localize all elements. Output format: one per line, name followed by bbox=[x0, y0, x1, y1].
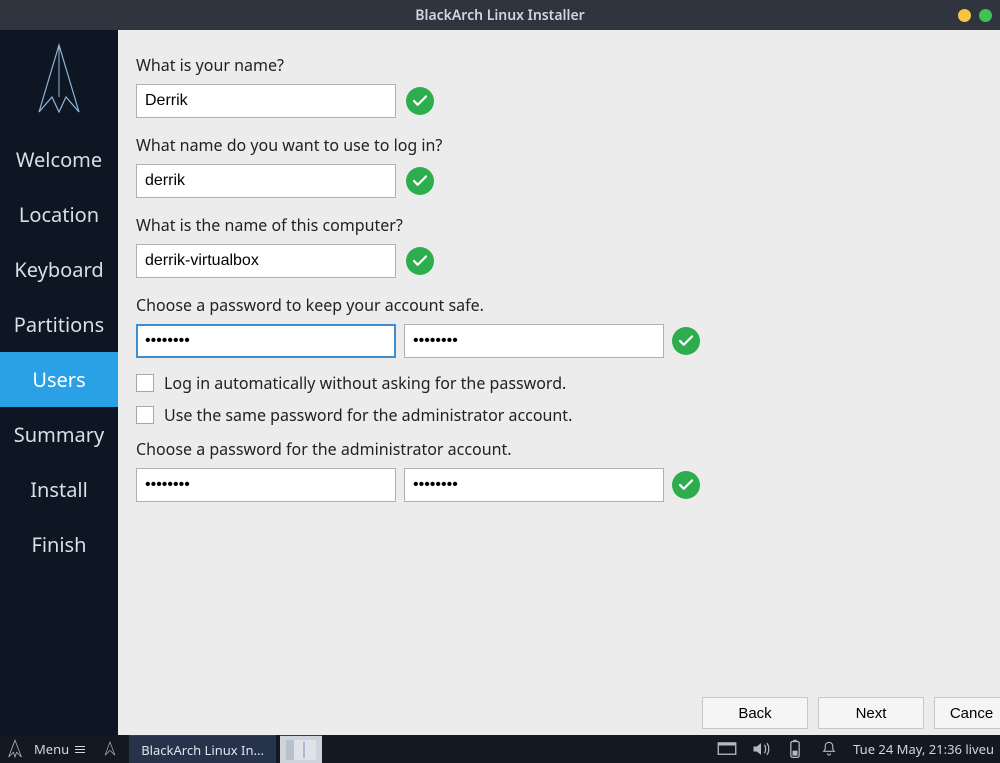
sidebar-item-welcome[interactable]: Welcome bbox=[0, 132, 118, 187]
sidebar-item-summary[interactable]: Summary bbox=[0, 407, 118, 462]
footer-buttons: Back Next Cance bbox=[702, 697, 1000, 729]
next-button[interactable]: Next bbox=[818, 697, 924, 729]
admin-password-confirm-input[interactable] bbox=[404, 468, 664, 502]
sidebar-item-keyboard[interactable]: Keyboard bbox=[0, 242, 118, 297]
titlebar: BlackArch Linux Installer bbox=[0, 0, 1000, 30]
admin-password-input[interactable] bbox=[136, 468, 396, 502]
taskbar-logo-icon[interactable] bbox=[0, 735, 30, 763]
sidebar-item-partitions[interactable]: Partitions bbox=[0, 297, 118, 352]
sidebar: Welcome Location Keyboard Partitions Use… bbox=[0, 30, 118, 735]
blackarch-logo bbox=[24, 38, 94, 126]
taskbar-arch-icon[interactable] bbox=[95, 735, 125, 763]
password-input[interactable] bbox=[136, 324, 396, 358]
password-confirm-input[interactable] bbox=[404, 324, 664, 358]
fullname-label: What is your name? bbox=[136, 54, 982, 76]
sidebar-item-location[interactable]: Location bbox=[0, 187, 118, 242]
battery-icon[interactable] bbox=[785, 739, 805, 759]
maximize-button[interactable] bbox=[979, 9, 992, 22]
sidebar-item-install[interactable]: Install bbox=[0, 462, 118, 517]
same-password-checkbox[interactable] bbox=[136, 406, 154, 424]
menu-lines-icon bbox=[75, 746, 85, 753]
same-password-label: Use the same password for the administra… bbox=[164, 404, 572, 426]
check-circle-icon bbox=[406, 247, 434, 275]
window-controls bbox=[958, 0, 992, 30]
autologin-checkbox[interactable] bbox=[136, 374, 154, 392]
start-menu-button[interactable]: Menu bbox=[30, 735, 95, 763]
sidebar-item-finish[interactable]: Finish bbox=[0, 517, 118, 572]
hostname-input[interactable] bbox=[136, 244, 396, 278]
taskbar-app-tile[interactable]: BlackArch Linux In... bbox=[129, 735, 276, 763]
taskbar-thumbnail[interactable] bbox=[280, 735, 322, 763]
check-circle-icon bbox=[672, 471, 700, 499]
username-input[interactable] bbox=[136, 164, 396, 198]
main-panel: What is your name? What name do you want… bbox=[118, 30, 1000, 735]
minimize-button[interactable] bbox=[958, 9, 971, 22]
back-button[interactable]: Back bbox=[702, 697, 808, 729]
check-circle-icon bbox=[672, 327, 700, 355]
start-menu-label: Menu bbox=[34, 740, 69, 758]
check-circle-icon bbox=[406, 87, 434, 115]
same-password-row[interactable]: Use the same password for the administra… bbox=[136, 404, 982, 426]
autologin-row[interactable]: Log in automatically without asking for … bbox=[136, 372, 982, 394]
autologin-label: Log in automatically without asking for … bbox=[164, 372, 566, 394]
password-label: Choose a password to keep your account s… bbox=[136, 294, 982, 316]
volume-icon[interactable] bbox=[751, 739, 771, 759]
window-title: BlackArch Linux Installer bbox=[415, 6, 584, 25]
cancel-button[interactable]: Cance bbox=[934, 697, 1000, 729]
taskbar-clock[interactable]: Tue 24 May, 21:36 liveu bbox=[853, 740, 994, 758]
username-label: What name do you want to use to log in? bbox=[136, 134, 982, 156]
show-desktop-icon[interactable] bbox=[717, 739, 737, 759]
admin-password-label: Choose a password for the administrator … bbox=[136, 438, 982, 460]
taskbar: Menu BlackArch Linux In... bbox=[0, 735, 1000, 763]
hostname-label: What is the name of this computer? bbox=[136, 214, 982, 236]
fullname-input[interactable] bbox=[136, 84, 396, 118]
sidebar-item-users[interactable]: Users bbox=[0, 352, 118, 407]
check-circle-icon bbox=[406, 167, 434, 195]
bell-icon[interactable] bbox=[819, 739, 839, 759]
